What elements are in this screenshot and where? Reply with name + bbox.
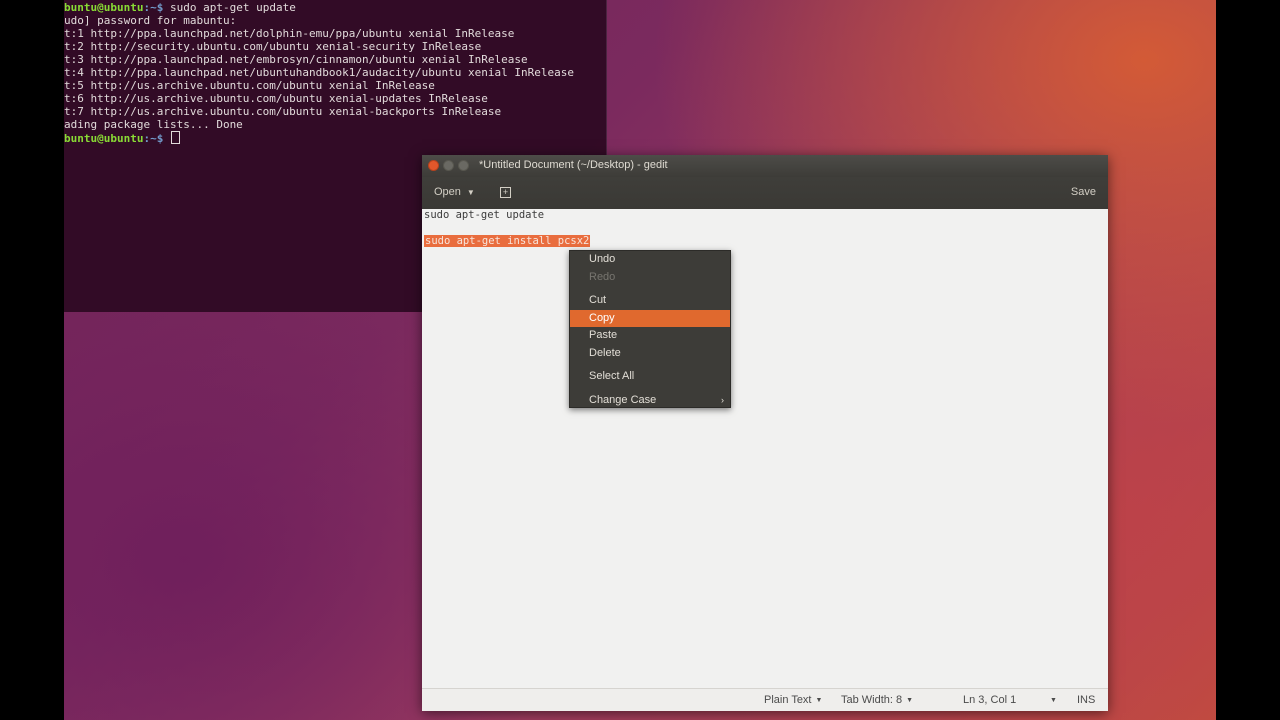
editor-line-selected: sudo apt-get install pcsx2 — [424, 235, 591, 247]
save-button[interactable]: Save — [1071, 186, 1096, 198]
maximize-window-button[interactable] — [458, 160, 469, 171]
cursor-position-label: Ln 3, Col 1 — [963, 694, 1017, 706]
terminal-line: t:5 http://us.archive.ubuntu.com/ubuntu … — [64, 79, 435, 92]
terminal-line: t:6 http://us.archive.ubuntu.com/ubuntu … — [64, 92, 488, 105]
open-button-label: Open — [434, 186, 461, 198]
terminal-line: ading package lists... Done — [64, 118, 243, 131]
terminal-command: sudo apt-get update — [163, 1, 296, 14]
chevron-down-icon: ▼ — [906, 697, 914, 704]
text-editor-area[interactable]: sudo apt-get update sudo apt-get install… — [422, 209, 1108, 689]
gedit-window: *Untitled Document (~/Desktop) - gedit O… — [422, 155, 1108, 711]
insert-mode-indicator[interactable]: INS — [1077, 694, 1095, 706]
header-toolbar: Open ▼ + Save — [422, 177, 1108, 209]
menu-item-change-case[interactable]: Change Case › — [570, 392, 730, 409]
terminal-line: t:2 http://security.ubuntu.com/ubuntu xe… — [64, 40, 482, 53]
menu-item-select-all[interactable]: Select All — [570, 368, 730, 385]
prompt-user: buntu@ubuntu — [64, 1, 144, 14]
terminal-line: t:7 http://us.archive.ubuntu.com/ubuntu … — [64, 105, 502, 118]
title-bar[interactable]: *Untitled Document (~/Desktop) - gedit — [422, 155, 1108, 177]
menu-item-undo[interactable]: Undo — [570, 251, 730, 268]
prompt-path: :~$ — [143, 132, 164, 145]
context-menu: Undo Redo Cut Copy Paste Delete Select A… — [569, 250, 731, 408]
terminal-command — [163, 132, 170, 145]
menu-item-copy[interactable]: Copy — [570, 310, 730, 327]
prompt-user: buntu@ubuntu — [64, 132, 144, 145]
new-document-icon[interactable]: + — [500, 187, 511, 198]
terminal-line: buntu@ubuntu:~$ sudo apt-get update — [64, 1, 606, 14]
terminal-cursor — [170, 131, 180, 144]
chevron-right-icon: › — [721, 395, 724, 405]
prompt-path: :~$ — [143, 1, 164, 14]
chevron-down-icon: ▼ — [466, 188, 475, 197]
menu-item-redo: Redo — [589, 271, 616, 283]
chevron-down-icon: ▼ — [1050, 697, 1057, 704]
status-bar: Plain Text ▼ Tab Width: 8 ▼ Ln 3, Col 1 ▼ … — [422, 688, 1108, 711]
terminal-line: t:4 http://ppa.launchpad.net/ubuntuhandb… — [64, 66, 574, 79]
language-label: Plain Text — [764, 694, 812, 706]
open-button[interactable]: Open ▼ — [434, 186, 475, 198]
tab-width-label: Tab Width: 8 — [841, 694, 903, 706]
cursor-position[interactable]: Ln 3, Col 1 — [963, 694, 1016, 706]
terminal-line: udo] password for mabuntu: — [64, 14, 237, 27]
close-window-button[interactable] — [428, 160, 439, 171]
terminal-line: t:1 http://ppa.launchpad.net/dolphin-emu… — [64, 27, 515, 40]
menu-item-change-case-label: Change Case — [589, 394, 657, 406]
menu-item-delete[interactable]: Delete — [570, 345, 730, 362]
position-dropdown[interactable]: ▼ — [1046, 694, 1057, 706]
tab-width-selector[interactable]: Tab Width: 8 ▼ — [841, 694, 913, 706]
terminal-line: buntu@ubuntu:~$ — [64, 131, 606, 145]
desktop: buntu@ubuntu:~$ sudo apt-get update udo]… — [64, 0, 1216, 720]
menu-item-paste[interactable]: Paste — [570, 327, 730, 344]
minimize-window-button[interactable] — [443, 160, 454, 171]
menu-item-cut[interactable]: Cut — [570, 292, 730, 309]
editor-line: sudo apt-get update — [424, 209, 545, 221]
window-title: *Untitled Document (~/Desktop) - gedit — [479, 159, 668, 171]
terminal-line: t:3 http://ppa.launchpad.net/embrosyn/ci… — [64, 53, 528, 66]
language-selector[interactable]: Plain Text ▼ — [764, 694, 822, 706]
chevron-down-icon: ▼ — [815, 697, 823, 704]
